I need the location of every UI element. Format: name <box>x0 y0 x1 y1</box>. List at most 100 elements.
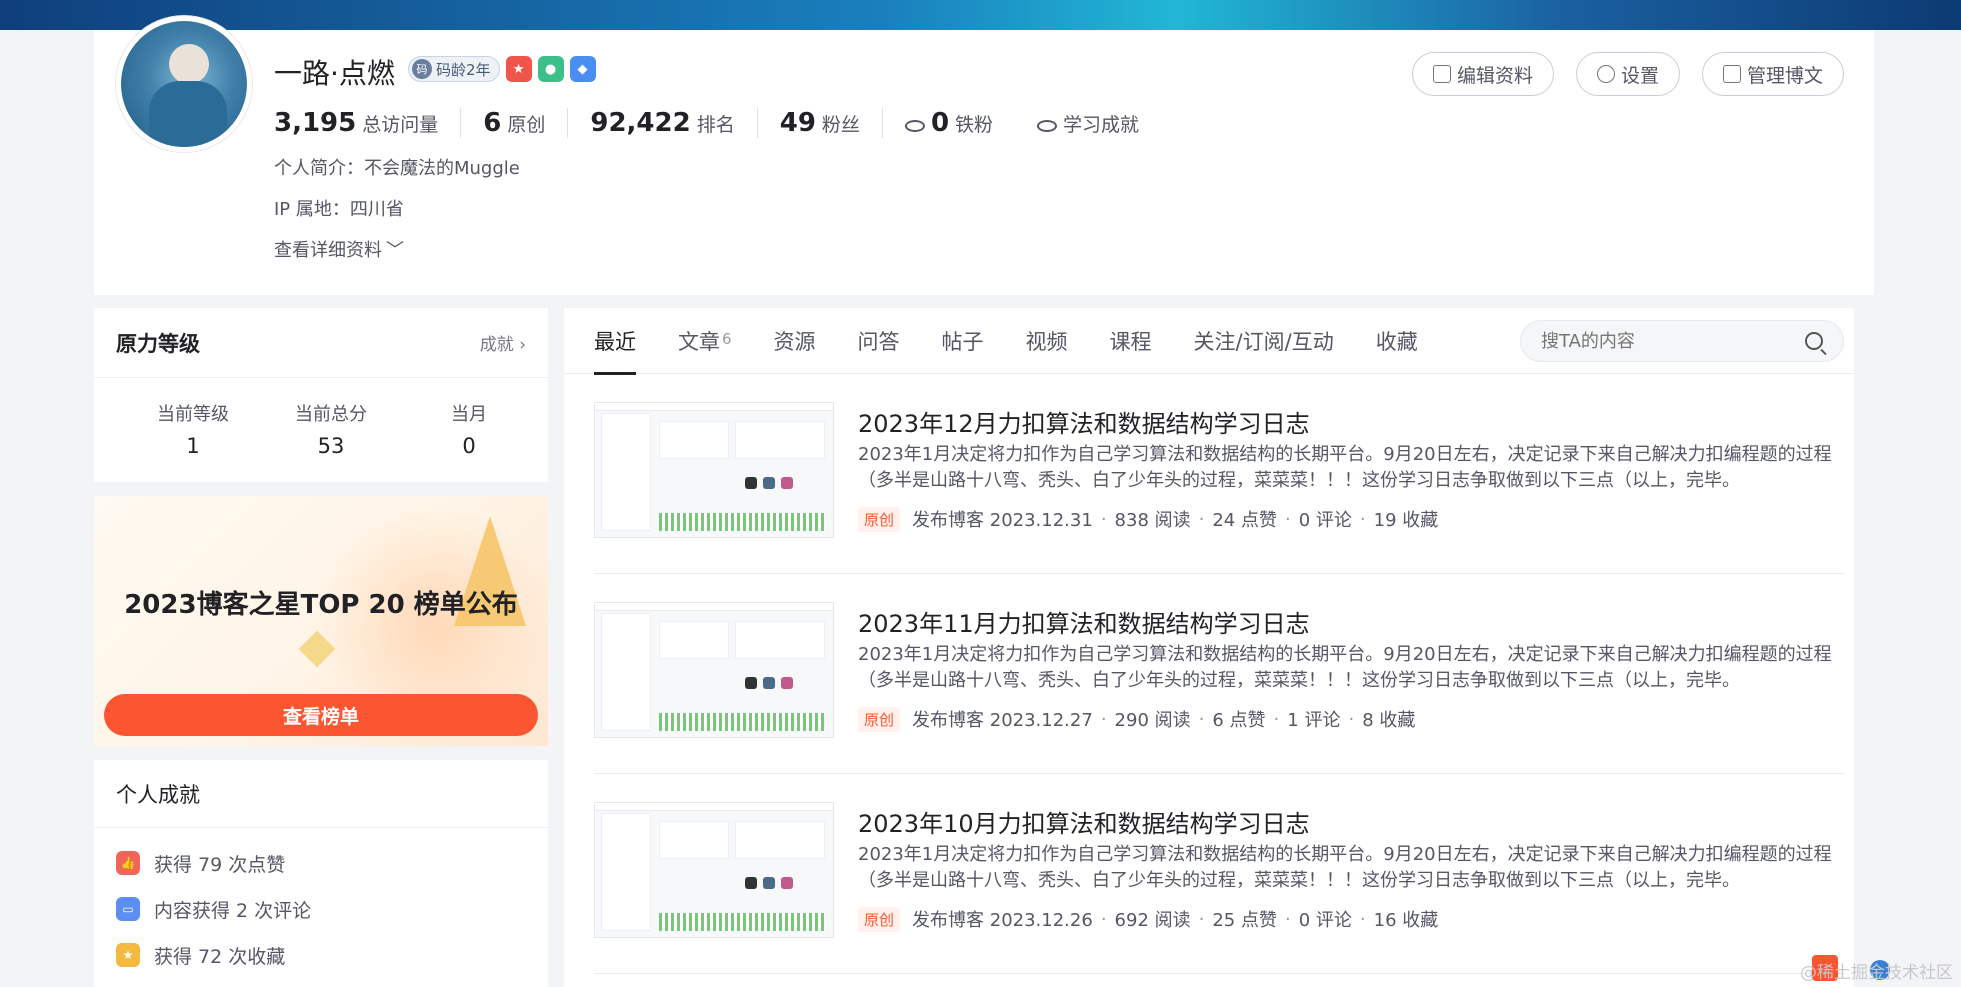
tab-articles[interactable]: 文章 6 <box>678 308 732 374</box>
green-badge-icon[interactable]: ● <box>537 56 564 82</box>
eye-icon <box>904 120 925 132</box>
like-count: 24 点赞 <box>1212 510 1277 531</box>
tab-label: 课程 <box>1109 329 1152 354</box>
banner-title: 2023博客之星TOP 20 榜单公布 <box>124 590 518 620</box>
tab-favorites[interactable]: 收藏 <box>1376 308 1418 374</box>
tab-recent[interactable]: 最近 <box>594 308 636 375</box>
code-age-badge[interactable]: 码 码龄2年 <box>408 56 500 82</box>
search-box <box>1520 320 1844 362</box>
article-item[interactable]: 2023年11月力扣算法和数据结构学习日志 2023年1月决定将力扣作为自己学习… <box>594 574 1844 774</box>
tab-videos[interactable]: 视频 <box>1026 308 1068 374</box>
article-title[interactable]: 2023年10月力扣算法和数据结构学习日志 <box>858 804 1310 839</box>
profile-actions: 编辑资料 设置 管理博文 <box>1411 52 1844 96</box>
edit-icon <box>1432 65 1451 83</box>
blue-badge-icon[interactable]: ◆ <box>569 56 596 82</box>
level-col-value: 53 <box>317 434 345 458</box>
tab-label: 问答 <box>857 329 900 354</box>
level-col-label: 当月 <box>451 404 487 425</box>
article-item[interactable]: 2023年12月力扣算法和数据结构学习日志 2023年1月决定将力扣作为自己学习… <box>594 374 1844 574</box>
tab-qa[interactable]: 问答 <box>858 308 900 374</box>
current-month: 当月 0 <box>400 400 538 458</box>
stat-label: 粉丝 <box>821 114 860 136</box>
view-ranking-button[interactable]: 查看榜单 <box>104 694 538 736</box>
ip-location: IP 属地：四川省 <box>274 199 404 220</box>
original-tag: 原创 <box>858 706 901 732</box>
star-badge-icon: ★ <box>116 943 140 967</box>
favorite-count: 16 收藏 <box>1373 910 1439 931</box>
eye-icon <box>1037 119 1058 132</box>
achievement-favorites: ★ 获得 72 次收藏 <box>94 932 548 978</box>
avatar[interactable] <box>116 16 252 152</box>
article-thumbnail[interactable] <box>594 402 834 538</box>
chevron-down-icon: ﹀ <box>386 240 404 261</box>
article-thumbnail[interactable] <box>594 602 834 738</box>
badge-row: 码 码龄2年 ★ ● ◆ <box>408 56 596 82</box>
publish-date: 发布博客 2023.12.26 <box>912 910 1093 931</box>
achievement-comments: ▭ 内容获得 2 次评论 <box>94 886 548 932</box>
button-label: 编辑资料 <box>1456 64 1533 87</box>
document-icon <box>1722 65 1741 83</box>
learning-achievement-link[interactable]: 学习成就 <box>1015 110 1161 137</box>
publish-date: 发布博客 2023.12.31 <box>912 510 1093 531</box>
button-label: 管理博文 <box>1746 64 1823 87</box>
achievement-text: 内容获得 2 次评论 <box>154 899 312 922</box>
article-thumbnail[interactable] <box>594 802 834 938</box>
article-summary: 2023年1月决定将力扣作为自己学习算法和数据结构的长期平台。9月20日左右，决… <box>858 444 1832 491</box>
stat-iron-fans[interactable]: 0 铁粉 <box>881 108 1015 138</box>
tab-label: 资源 <box>773 329 816 354</box>
red-badge-icon[interactable]: ★ <box>505 56 532 82</box>
article-item[interactable]: 2023年10月力扣算法和数据结构学习日志 2023年1月决定将力扣作为自己学习… <box>594 774 1844 974</box>
read-count: 692 阅读 <box>1114 910 1191 931</box>
manage-posts-button[interactable]: 管理博文 <box>1701 52 1844 96</box>
button-label: 设置 <box>1620 64 1659 87</box>
tab-posts[interactable]: 帖子 <box>942 308 984 374</box>
level-card: 原力等级 成就 › 当前等级 1 当前总分 53 当月 0 <box>94 308 548 482</box>
article-title[interactable]: 2023年11月力扣算法和数据结构学习日志 <box>858 604 1310 639</box>
stat-rank[interactable]: 92,422 排名 <box>567 108 756 138</box>
tab-resources[interactable]: 资源 <box>774 308 816 374</box>
achievement-text: 获得 79 次点赞 <box>154 853 286 876</box>
tab-label: 最近 <box>594 329 636 354</box>
like-count: 6 点赞 <box>1212 710 1266 731</box>
tab-label: 帖子 <box>941 329 984 354</box>
tab-courses[interactable]: 课程 <box>1110 308 1152 374</box>
achievement-link[interactable]: 成就 › <box>480 330 526 355</box>
achievement-text: 获得 72 次收藏 <box>154 945 286 968</box>
like-badge-icon: 👍 <box>116 851 140 875</box>
stat-label: 总访问量 <box>362 114 439 136</box>
stat-value: 0 <box>930 108 950 138</box>
stat-value: 3,195 <box>274 108 357 138</box>
tab-label: 视频 <box>1025 329 1068 354</box>
search-input[interactable] <box>1541 330 1781 352</box>
learning-label: 学习成就 <box>1063 113 1140 136</box>
more-label: 查看详细资料 <box>274 240 382 261</box>
profile-intro: 个人简介：不会魔法的Muggle <box>274 158 520 179</box>
profile-header: 一路·点燃 码 码龄2年 ★ ● ◆ 3,195 总访问量 6 原创 92,422 排… <box>94 16 1874 295</box>
top-banner <box>0 0 1961 30</box>
stat-label: 铁粉 <box>955 114 994 136</box>
watermark: @稀土掘金技术社区 <box>1800 963 1953 983</box>
tab-following[interactable]: 关注/订阅/互动 <box>1194 308 1334 374</box>
user-name: 一路·点燃 <box>274 57 395 90</box>
article-summary: 2023年1月决定将力扣作为自己学习算法和数据结构的长期平台。9月20日左右，决… <box>858 844 1832 891</box>
stat-value: 92,422 <box>590 108 691 138</box>
content-tabs: 最近 文章 6 资源 问答 帖子 视频 课程 关注/订阅/互动 收藏 <box>564 308 1854 375</box>
tab-label: 收藏 <box>1375 329 1418 354</box>
stat-value: 49 <box>779 108 816 138</box>
tab-label: 关注/订阅/互动 <box>1193 329 1334 354</box>
blog-star-banner[interactable]: 2023博客之星TOP 20 榜单公布 查看榜单 <box>94 496 548 746</box>
edit-profile-button[interactable]: 编辑资料 <box>1411 52 1554 96</box>
settings-button[interactable]: 设置 <box>1575 52 1680 96</box>
article-title[interactable]: 2023年12月力扣算法和数据结构学习日志 <box>858 404 1310 439</box>
achievement-likes: 👍 获得 79 次点赞 <box>94 840 548 886</box>
favorite-count: 8 收藏 <box>1362 710 1416 731</box>
search-icon[interactable] <box>1805 332 1823 350</box>
stat-original[interactable]: 6 原创 <box>460 108 567 138</box>
stat-visits[interactable]: 3,195 总访问量 <box>274 108 460 138</box>
achievement-link-label: 成就 <box>479 335 514 355</box>
comment-count: 0 评论 <box>1298 510 1352 531</box>
level-col-label: 当前总分 <box>295 404 367 425</box>
more-details-link[interactable]: 查看详细资料 ﹀ <box>274 236 404 262</box>
stat-fans[interactable]: 49 粉丝 <box>756 108 882 138</box>
original-tag: 原创 <box>858 906 901 932</box>
